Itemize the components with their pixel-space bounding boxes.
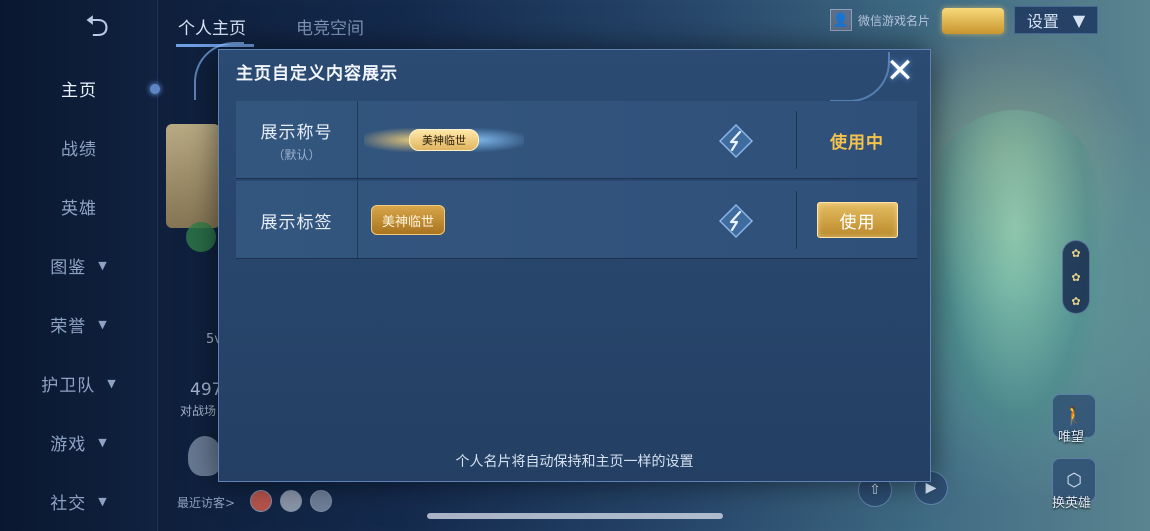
pose-label: 唯望 — [1058, 430, 1085, 445]
nav-item-guard-team[interactable]: 护卫队 ▼ — [0, 363, 158, 403]
left-nav: ⮌ 主页 战绩 英雄 图鉴 ▼ 荣誉 ▼ 护卫队 ▼ 游戏 ▼ 社交 ▼ — [0, 0, 158, 531]
in-use-status: 使用中 — [830, 132, 884, 153]
tag-chip: 美神临世 — [371, 205, 446, 235]
chevron-down-icon: ▼ — [98, 258, 108, 272]
wechat-card-label: 微信游戏名片 — [858, 13, 931, 28]
nav-item-label: 荣誉 — [50, 316, 87, 337]
hero-icon: ⬡ — [1066, 469, 1082, 491]
gold-badge[interactable] — [942, 8, 1004, 34]
nav-item-codex[interactable]: 图鉴 ▼ — [0, 245, 158, 285]
nav-item-games[interactable]: 游戏 ▼ — [0, 422, 158, 462]
nav-item-label: 游戏 — [50, 434, 87, 455]
rank-emblem — [186, 222, 216, 252]
chevron-down-icon: ▼ — [98, 494, 108, 508]
settings-label: 设置 — [1026, 12, 1059, 31]
row-label-sub: （默认） — [272, 147, 321, 162]
visitor-avatar[interactable] — [280, 490, 302, 512]
nav-item-label: 主页 — [61, 80, 97, 101]
profile-avatar-card — [166, 124, 220, 228]
flower-icon: ✿ — [1071, 294, 1081, 308]
nav-item-home[interactable]: 主页 — [0, 68, 158, 108]
mascot-icon — [188, 436, 222, 476]
nav-item-label: 战绩 — [61, 139, 97, 160]
row-label-main: 展示称号 — [260, 122, 333, 143]
swap-icon[interactable] — [718, 123, 754, 159]
nav-item-label: 护卫队 — [41, 375, 96, 396]
title-badge-text: 美神临世 — [409, 129, 479, 151]
chevron-down-icon: ▼ — [1072, 10, 1086, 30]
nav-item-social[interactable]: 社交 ▼ — [0, 481, 158, 521]
flower-icon: ✿ — [1071, 270, 1081, 284]
stat-label: 对战场 — [180, 404, 217, 418]
modal-title: 主页自定义内容展示 — [236, 64, 398, 84]
nav-item-label: 英雄 — [61, 198, 97, 219]
swap-icon[interactable] — [718, 203, 754, 239]
display-tag-row: 展示标签 美神临世 使用 — [236, 181, 917, 259]
recent-visitors-link[interactable]: 最近访客> — [177, 494, 235, 511]
active-indicator — [150, 84, 160, 94]
back-arrow-icon[interactable]: ⮌ — [70, 12, 124, 42]
visitor-avatar[interactable] — [310, 490, 332, 512]
nav-item-heroes[interactable]: 英雄 — [0, 186, 158, 226]
chevron-down-icon: ▼ — [98, 435, 108, 449]
user-icon: 👤 — [830, 9, 852, 31]
close-icon[interactable]: ✕ — [882, 51, 918, 91]
row-label: 展示称号 （默认） — [236, 101, 358, 179]
skin-selector-pill[interactable]: ✿ ✿ ✿ — [1062, 240, 1090, 314]
visitor-avatar[interactable] — [250, 490, 272, 512]
person-icon: 🚶 — [1062, 405, 1086, 427]
chevron-down-icon: ▼ — [107, 376, 117, 390]
row-label-main: 展示标签 — [260, 212, 333, 233]
flower-icon: ✿ — [1071, 246, 1081, 260]
change-hero-label: 换英雄 — [1052, 496, 1092, 511]
tab-esports-space[interactable]: 电竞空间 — [296, 14, 364, 39]
row-label: 展示标签 — [236, 181, 358, 259]
nav-item-records[interactable]: 战绩 — [0, 127, 158, 167]
home-indicator — [427, 513, 723, 519]
row-divider — [796, 191, 797, 249]
chevron-down-icon: ▼ — [98, 317, 108, 331]
title-badge: 美神临世 — [364, 119, 524, 161]
nav-item-label: 图鉴 — [50, 257, 87, 278]
modal-footer-note: 个人名片将自动保持和主页一样的设置 — [455, 454, 694, 470]
display-title-row: 展示称号 （默认） 美神临世 使用中 — [236, 101, 917, 179]
tab-personal-home[interactable]: 个人主页 — [178, 14, 246, 39]
settings-button[interactable]: 设置 ▼ — [1014, 6, 1098, 34]
wechat-card-button[interactable]: 👤 微信游戏名片 — [830, 8, 930, 32]
nav-item-honor[interactable]: 荣誉 ▼ — [0, 304, 158, 344]
nav-item-label: 社交 — [50, 493, 87, 514]
use-button[interactable]: 使用 — [817, 202, 898, 238]
